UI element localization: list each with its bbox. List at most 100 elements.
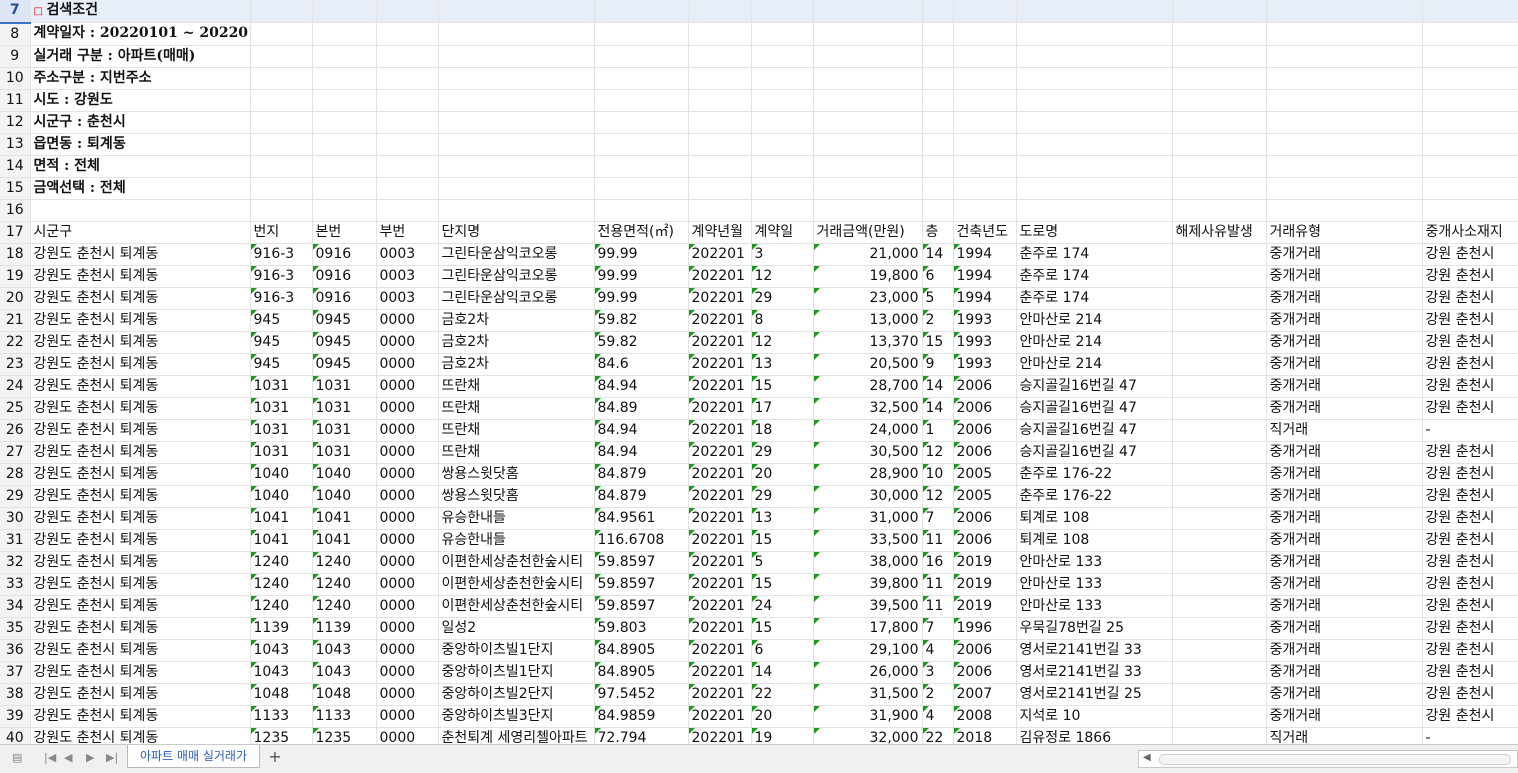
table-cell[interactable]: 16 [922,551,954,574]
table-cell[interactable]: 강원도 춘천시 퇴계동 [30,683,251,706]
table-cell[interactable] [1172,507,1267,530]
table-cell[interactable]: 84.879 [594,485,689,508]
table-cell[interactable]: 중개거래 [1266,485,1423,508]
table-cell[interactable]: 6 [922,265,954,288]
table-cell[interactable]: 퇴계로 108 [1016,529,1173,552]
table-cell[interactable]: 2006 [953,397,1017,420]
table-cell[interactable]: 승지골길16번길 47 [1016,419,1173,442]
column-header-cell[interactable]: 본번 [312,221,377,244]
table-cell[interactable]: 유승한내들 [438,507,595,530]
table-cell[interactable]: 2019 [953,595,1017,618]
table-cell[interactable]: 1041 [312,507,377,530]
table-cell[interactable]: 1041 [312,529,377,552]
table-cell[interactable]: 3 [751,243,814,266]
table-cell[interactable]: 중개거래 [1266,463,1423,486]
table-cell[interactable]: 13 [751,353,814,376]
table-cell[interactable]: 15 [751,617,814,640]
table-cell[interactable] [1172,705,1267,728]
table-cell[interactable]: 1 [922,419,954,442]
table-cell[interactable]: 2006 [953,661,1017,684]
table-cell[interactable]: - [1422,419,1518,442]
table-cell[interactable]: 1043 [312,639,377,662]
scrollbar-thumb[interactable] [1159,754,1511,765]
table-cell[interactable]: 4 [922,705,954,728]
row-header[interactable]: 37 [0,661,31,684]
table-cell[interactable]: 퇴계로 108 [1016,507,1173,530]
table-cell[interactable]: 0000 [376,353,439,376]
column-header-cell[interactable]: 전용면적(㎡) [594,221,689,244]
row-header[interactable]: 8 [0,22,31,46]
row-header[interactable]: 7 [0,0,31,24]
table-cell[interactable]: 승지골길16번길 47 [1016,375,1173,398]
table-cell[interactable]: 84.879 [594,463,689,486]
table-cell[interactable]: 뜨란채 [438,375,595,398]
table-cell[interactable]: 0000 [376,595,439,618]
row-header[interactable]: 30 [0,507,31,530]
table-cell[interactable]: 26,000 [813,661,923,684]
table-cell[interactable] [1172,595,1267,618]
table-cell[interactable]: 10 [922,463,954,486]
table-cell[interactable]: 1040 [250,463,313,486]
row-header[interactable]: 19 [0,265,31,288]
table-cell[interactable]: 39,800 [813,573,923,596]
table-cell[interactable] [1172,397,1267,420]
table-cell[interactable]: 5 [751,551,814,574]
table-cell[interactable]: 1240 [250,573,313,596]
table-cell[interactable]: 1048 [312,683,377,706]
table-cell[interactable]: 916-3 [250,287,313,310]
table-cell[interactable]: 202201 [688,309,752,332]
table-cell[interactable]: 강원 춘천시 [1422,265,1518,288]
scroll-left-icon[interactable]: ◀ [1143,752,1151,763]
table-cell[interactable]: 21,000 [813,243,923,266]
table-cell[interactable]: 12 [922,485,954,508]
table-cell[interactable]: 강원도 춘천시 퇴계동 [30,243,251,266]
table-cell[interactable]: 1240 [312,595,377,618]
table-cell[interactable]: 강원 춘천시 [1422,683,1518,706]
table-cell[interactable] [1172,639,1267,662]
row-header[interactable]: 15 [0,177,31,200]
table-cell[interactable]: 영서로2141번길 33 [1016,639,1173,662]
table-cell[interactable]: 일성2 [438,617,595,640]
table-cell[interactable]: 84.94 [594,441,689,464]
table-cell[interactable]: 0003 [376,287,439,310]
row-header[interactable]: 9 [0,45,31,68]
table-cell[interactable]: 202201 [688,243,752,266]
table-cell[interactable] [1172,353,1267,376]
table-cell[interactable]: 0000 [376,485,439,508]
table-cell[interactable]: 강원 춘천시 [1422,617,1518,640]
table-cell[interactable]: 11 [922,595,954,618]
sheet-tab-active[interactable]: 아파트 매매 실거래가 [127,745,260,768]
table-cell[interactable]: 중개거래 [1266,595,1423,618]
criteria-address-type-cell[interactable]: 주소구분 : 지번주소 [30,67,251,90]
table-cell[interactable]: 1994 [953,265,1017,288]
table-cell[interactable]: 2005 [953,463,1017,486]
table-cell[interactable]: 0000 [376,705,439,728]
table-cell[interactable]: 59.8597 [594,595,689,618]
table-cell[interactable]: 202201 [688,485,752,508]
table-cell[interactable]: 중앙하이츠빌2단지 [438,683,595,706]
table-cell[interactable]: 2006 [953,639,1017,662]
table-cell[interactable]: 춘천퇴계 세영리첼아파트 [438,727,595,744]
table-cell[interactable]: 17 [751,397,814,420]
table-cell[interactable]: 1993 [953,309,1017,332]
table-cell[interactable]: 945 [250,353,313,376]
row-header[interactable]: 38 [0,683,31,706]
table-cell[interactable]: 안마산로 214 [1016,309,1173,332]
table-cell[interactable]: 강원도 춘천시 퇴계동 [30,639,251,662]
table-cell[interactable]: 20 [751,463,814,486]
criteria-amount-cell[interactable]: 금액선택 : 전체 [30,177,251,200]
table-cell[interactable]: 영서로2141번길 25 [1016,683,1173,706]
table-cell[interactable]: 중개거래 [1266,617,1423,640]
table-cell[interactable]: 중개거래 [1266,287,1423,310]
table-cell[interactable]: 1031 [312,441,377,464]
table-cell[interactable]: 강원도 춘천시 퇴계동 [30,331,251,354]
table-cell[interactable]: 이편한세상춘천한숲시티 [438,573,595,596]
sheet-list-icon[interactable]: ▤ [12,751,22,764]
table-cell[interactable] [1172,265,1267,288]
table-cell[interactable]: 그린타운삼익코오롱 [438,265,595,288]
row-header[interactable]: 20 [0,287,31,310]
table-cell[interactable]: 1041 [250,529,313,552]
table-cell[interactable]: 0003 [376,265,439,288]
table-cell[interactable]: 13 [751,507,814,530]
table-cell[interactable]: 강원 춘천시 [1422,243,1518,266]
